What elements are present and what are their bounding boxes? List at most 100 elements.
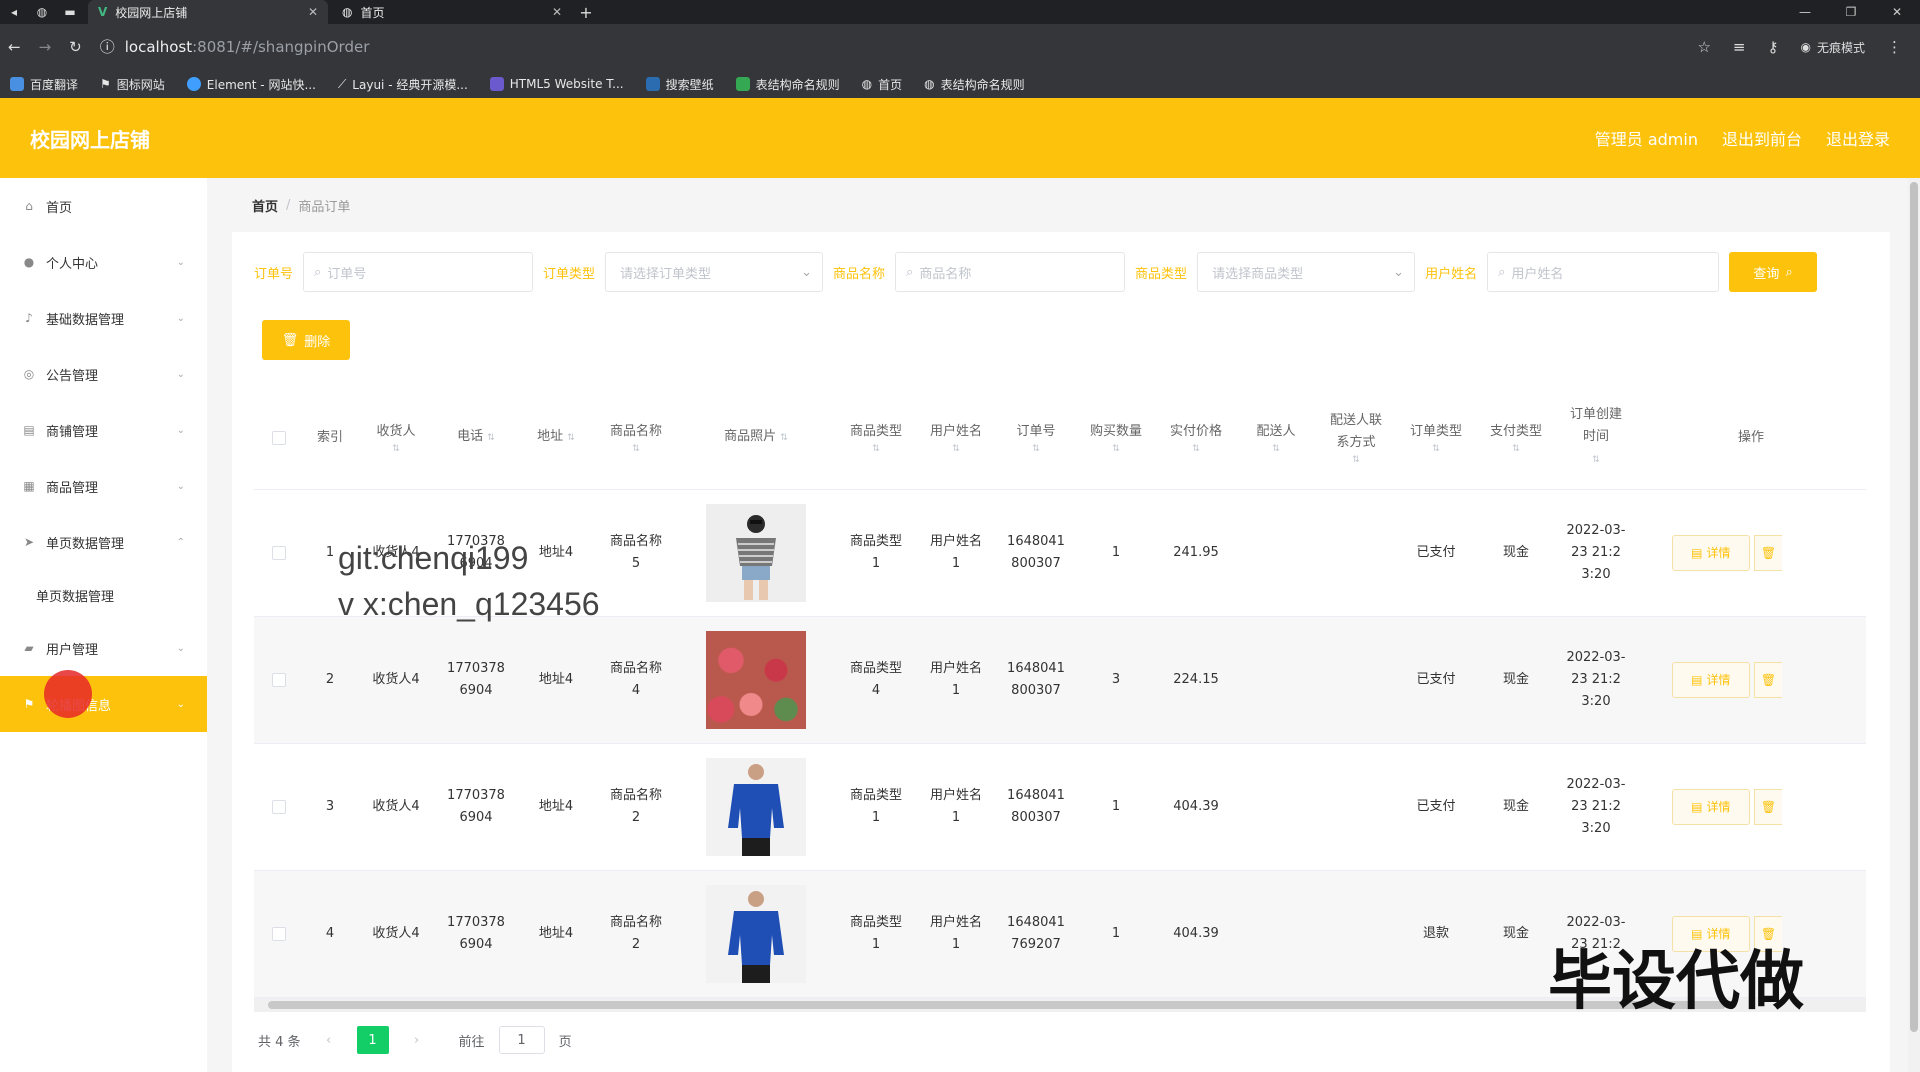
bookmark[interactable]: 表结构命名规则 — [735, 76, 840, 93]
sidebar-item-label: 个人中心 — [46, 256, 99, 272]
user-name-input[interactable]: ⌕ 用户姓名 — [1487, 252, 1720, 292]
detail-button[interactable]: ▤ 详情 — [1671, 789, 1750, 825]
key-icon[interactable]: ⚷ — [1768, 38, 1779, 56]
select-all-checkbox[interactable] — [254, 430, 304, 445]
restore-icon[interactable]: ❐ — [1828, 5, 1874, 19]
sidebar-item-profile[interactable]: ● 个人中心 ⌄ — [0, 234, 207, 290]
cell-qty: 1 — [1076, 923, 1156, 945]
cell-actions[interactable]: ▤ 详情 🗑 — [1636, 535, 1786, 571]
goto-page-input[interactable]: 1 — [498, 1026, 545, 1054]
sidebar-item-base-data[interactable]: ♪ 基础数据管理 ⌄ — [0, 290, 207, 346]
detail-label: 详情 — [1706, 546, 1731, 560]
detail-button[interactable]: ▤ 详情 — [1671, 535, 1750, 571]
scrollbar-thumb[interactable] — [268, 1001, 1726, 1009]
order-no-input[interactable]: ⌕ 订单号 — [303, 252, 534, 292]
col-order-no[interactable]: 订单号 ⇅ — [996, 421, 1076, 455]
col-goods-photo[interactable]: 商品照片 ⇅ — [676, 426, 836, 449]
col-pay-type[interactable]: 支付类型 ⇅ — [1476, 421, 1556, 455]
sidebar-item-home[interactable]: ⌂ 首页 — [0, 178, 207, 234]
order-type-select[interactable]: 请选择订单类型 ⌄ — [605, 252, 824, 292]
bookmark[interactable]: HTML5 Website T... — [489, 77, 624, 91]
menu-icon[interactable]: ⋮ — [1887, 38, 1902, 56]
bookmark[interactable]: 百度翻译 — [10, 76, 78, 93]
sidebar-item-users[interactable]: ▰ 用户管理 ⌄ — [0, 620, 207, 676]
col-courier[interactable]: 配送人 ⇅ — [1236, 421, 1316, 455]
globe-icon[interactable]: ◍ — [28, 0, 56, 24]
breadcrumb-home[interactable]: 首页 — [252, 196, 278, 215]
reading-list-icon[interactable]: ≡ — [1733, 38, 1746, 56]
detail-button[interactable]: ▤ 详情 — [1671, 662, 1750, 698]
col-address[interactable]: 地址 ⇅ — [516, 426, 596, 449]
bookmark[interactable]: 搜索壁纸 — [645, 76, 714, 93]
delete-row-button[interactable]: 🗑 — [1754, 662, 1782, 698]
bookmark[interactable]: ◍ 首页 — [862, 76, 903, 93]
col-courier-phone[interactable]: 配送人联系方式 ⇅ — [1316, 410, 1396, 466]
star-icon[interactable]: ☆ — [1697, 38, 1710, 56]
close-icon[interactable]: ✕ — [552, 5, 562, 19]
row-checkbox[interactable] — [254, 927, 304, 941]
bookmark[interactable]: ⚑ 图标网站 — [100, 76, 165, 93]
col-created[interactable]: 订单创建时间 ⇅ — [1556, 404, 1636, 471]
app-header: 校园网上店铺 管理员 admin 退出到前台 退出登录 — [0, 98, 1920, 178]
forward-icon[interactable]: → — [39, 38, 52, 56]
row-checkbox[interactable] — [254, 673, 304, 687]
new-tab-icon[interactable]: + — [572, 0, 600, 24]
logout-link[interactable]: 退出登录 — [1826, 126, 1890, 150]
bookmark[interactable]: ◍ 表结构命名规则 — [924, 76, 1025, 93]
sidebar-item-goods[interactable]: ▦ 商品管理 ⌄ — [0, 458, 207, 514]
row-checkbox[interactable] — [254, 546, 304, 560]
col-qty[interactable]: 购买数量 ⇅ — [1076, 421, 1156, 455]
incognito-badge[interactable]: ◉ 无痕模式 — [1801, 39, 1866, 56]
sidebar-item-label: 商品管理 — [46, 480, 99, 496]
cell-user-name: 用户姓名1 — [916, 658, 996, 702]
cell-pay-type: 现金 — [1476, 542, 1556, 564]
incognito-icon: ◉ — [1800, 40, 1811, 54]
chevron-down-icon: ⌄ — [176, 642, 185, 654]
bookmark[interactable]: ⟋ Layui - 经典开源模... — [338, 76, 468, 93]
sidebar-item-single-page[interactable]: ➤ 单页数据管理 ⌃ — [0, 514, 207, 570]
sort-icon: ⇅ — [952, 443, 960, 454]
sidebar-item-notice[interactable]: ◎ 公告管理 ⌄ — [0, 346, 207, 402]
row-checkbox[interactable] — [254, 800, 304, 814]
prev-page-icon[interactable]: ‹ — [315, 1026, 343, 1054]
col-receiver[interactable]: 收货人 ⇅ — [356, 421, 436, 455]
url-field[interactable]: ⓘ localhost:8081/#/shangpinOrder — [100, 32, 370, 62]
cell-qty: 3 — [1076, 669, 1156, 691]
close-window-icon[interactable]: ✕ — [1874, 5, 1920, 19]
col-goods-type[interactable]: 商品类型 ⇅ — [836, 421, 916, 455]
sidebar-item-shop[interactable]: ▤ 商铺管理 ⌄ — [0, 402, 207, 458]
cell-actions[interactable]: ▤ 详情 🗑 — [1636, 789, 1786, 825]
cell-address-text: 地址4 — [538, 545, 574, 560]
close-icon[interactable]: ✕ — [308, 5, 318, 19]
reload-icon[interactable]: ↻ — [69, 38, 82, 56]
delete-row-button[interactable]: 🗑 — [1754, 535, 1782, 571]
window-icon[interactable]: ▬ — [56, 0, 84, 24]
bookmark[interactable]: Element - 网站快... — [186, 76, 316, 93]
goods-name-input[interactable]: ⌕ 商品名称 — [895, 252, 1126, 292]
browser-tab[interactable]: ◍ 首页 ✕ — [332, 0, 572, 24]
sidebar-item-carousel[interactable]: ⚑轮播图信息⌄ — [0, 676, 207, 732]
cell-qty-text: 1 — [1111, 926, 1121, 941]
cell-actions[interactable]: ▤ 详情 🗑 — [1636, 662, 1786, 698]
incognito-label: 无痕模式 — [1816, 40, 1865, 55]
minimize-icon[interactable]: — — [1782, 5, 1828, 19]
query-button[interactable]: 查询 ⌕ — [1729, 252, 1818, 292]
delete-row-button[interactable]: 🗑 — [1754, 789, 1782, 825]
col-price[interactable]: 实付价格 ⇅ — [1156, 421, 1236, 455]
mute-icon[interactable]: ◂ — [0, 0, 28, 24]
url-path: :8081/#/shangpinOrder — [192, 38, 370, 56]
page-number-current[interactable]: 1 — [356, 1026, 389, 1054]
goods-type-select[interactable]: 请选择商品类型 ⌄ — [1197, 252, 1416, 292]
col-order-type[interactable]: 订单类型 ⇅ — [1396, 421, 1476, 455]
scrollbar-thumb[interactable] — [1910, 182, 1918, 1032]
col-user-name[interactable]: 用户姓名 ⇅ — [916, 421, 996, 455]
back-icon[interactable]: ← — [8, 38, 21, 56]
col-phone[interactable]: 电话 ⇅ — [436, 426, 516, 449]
vertical-scrollbar[interactable] — [1908, 178, 1920, 1072]
next-page-icon[interactable]: › — [403, 1026, 431, 1054]
sidebar-subitem-single-page[interactable]: 单页数据管理 — [0, 570, 207, 620]
browser-tab-active[interactable]: V 校园网上店铺 ✕ — [88, 0, 328, 24]
col-goods-name[interactable]: 商品名称 ⇅ — [596, 421, 676, 455]
delete-button[interactable]: 🗑 删除 — [262, 320, 350, 360]
front-link[interactable]: 退出到前台 — [1722, 126, 1802, 150]
